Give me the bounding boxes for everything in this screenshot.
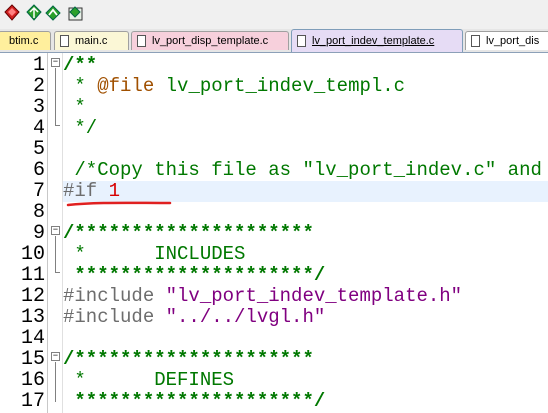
- file-icon: [471, 35, 480, 47]
- line-number: 5: [32, 138, 45, 161]
- code-line: *********************/: [63, 265, 325, 286]
- code-token: #include: [63, 306, 166, 328]
- tab-label: main.c: [75, 34, 108, 47]
- line-number: 4: [32, 117, 45, 140]
- code-line: /*Copy this file as "lv_port_indev.c" an…: [63, 160, 542, 181]
- code-line: #if 1: [63, 181, 120, 202]
- fold-end: [55, 125, 60, 126]
- code-line: #include "../../lvgl.h": [63, 307, 325, 328]
- bookmark-clear-icon[interactable]: [65, 3, 85, 23]
- line-number: 9: [32, 222, 45, 245]
- code-token: *********************/: [63, 390, 326, 412]
- bookmark-red-icon[interactable]: [2, 3, 22, 23]
- line-number: 6: [32, 159, 45, 182]
- toolbar: [0, 0, 548, 30]
- line-number: 14: [20, 327, 45, 350]
- code-line: * DEFINES: [63, 370, 234, 391]
- fold-toggle-icon[interactable]: −: [51, 352, 60, 361]
- code-token: *: [63, 96, 86, 118]
- code-token: "../../lvgl.h": [165, 306, 326, 328]
- code-line: /*********************: [63, 223, 314, 244]
- code-token: /*********************: [63, 348, 314, 370]
- line-number: 7: [32, 180, 45, 203]
- line-number: 1: [32, 54, 45, 77]
- tab-label: lv_port_disp_template.c: [152, 34, 269, 47]
- code-line: #include "lv_port_indev_template.h": [63, 286, 462, 307]
- code-line: /**: [63, 55, 97, 76]
- line-number: 12: [20, 285, 45, 308]
- tab-lv-port-disp-template-c[interactable]: lv_port_disp_template.c: [131, 31, 289, 50]
- tab-label: lv_port_dis: [486, 34, 540, 47]
- line-number-gutter: 1 2 3 4 5 6 7 8 9 10 11 12 13 14 15 16 17: [0, 53, 48, 413]
- line-number: 8: [32, 201, 45, 224]
- tab-btim-c[interactable]: btim.c: [0, 31, 51, 50]
- code-token: @file: [97, 75, 155, 97]
- code-line: * @file lv_port_indev_templ.c: [63, 76, 405, 97]
- code-token: */: [63, 117, 98, 139]
- code-token: *********************/: [63, 264, 326, 286]
- current-line-highlight: [63, 181, 548, 202]
- code-line: * INCLUDES: [63, 244, 245, 265]
- code-token: #include: [63, 285, 166, 307]
- tab-label: lv_port_indev_template.c: [312, 34, 435, 47]
- tab-main-c[interactable]: main.c: [54, 31, 129, 50]
- code-editor[interactable]: 1 2 3 4 5 6 7 8 9 10 11 12 13 14 15 16 17 /** * @file lv…: [0, 53, 548, 413]
- fold-guide: [55, 236, 56, 272]
- fold-toggle-icon[interactable]: −: [51, 226, 60, 235]
- fold-end: [55, 272, 60, 273]
- line-number: 2: [32, 75, 45, 98]
- code-line: */: [63, 118, 97, 139]
- line-number: 16: [20, 369, 45, 392]
- line-number: 15: [20, 348, 45, 371]
- fold-toggle-icon[interactable]: −: [51, 58, 60, 67]
- code-token: *: [63, 75, 98, 97]
- line-number: 3: [32, 96, 45, 119]
- line-number: 10: [20, 243, 45, 266]
- code-token: "lv_port_indev_template.h": [165, 285, 463, 307]
- fold-guide: [55, 362, 56, 402]
- file-icon: [297, 35, 306, 47]
- tab-bar: btim.c main.c lv_port_disp_template.c lv…: [0, 29, 548, 53]
- code-token: #if: [63, 180, 109, 202]
- code-line: *: [63, 96, 86, 118]
- bookmark-prev-icon[interactable]: [43, 3, 63, 23]
- tab-lv-port-dis[interactable]: lv_port_dis: [465, 31, 548, 50]
- code-token: * DEFINES: [63, 369, 235, 391]
- line-number: 11: [20, 264, 45, 287]
- fold-guide: [55, 68, 56, 125]
- line-number: 17: [20, 390, 45, 413]
- code-token: /**: [63, 54, 98, 76]
- file-icon: [137, 35, 146, 47]
- code-token: lv_port_indev_templ.c: [154, 75, 406, 97]
- code-token: 1: [108, 180, 121, 202]
- code-token: * INCLUDES: [63, 243, 246, 265]
- tab-lv-port-indev-template-c[interactable]: lv_port_indev_template.c: [291, 29, 463, 52]
- code-line: *********************/: [63, 391, 325, 412]
- code-token: /*Copy this file as "lv_port_indev.c" an…: [63, 159, 542, 181]
- code-token: /*********************: [63, 222, 314, 244]
- file-icon: [60, 35, 69, 47]
- tab-label: btim.c: [9, 34, 39, 47]
- line-number: 13: [20, 306, 45, 329]
- bookmark-green-icon[interactable]: [24, 3, 44, 23]
- code-line: /*********************: [63, 349, 314, 370]
